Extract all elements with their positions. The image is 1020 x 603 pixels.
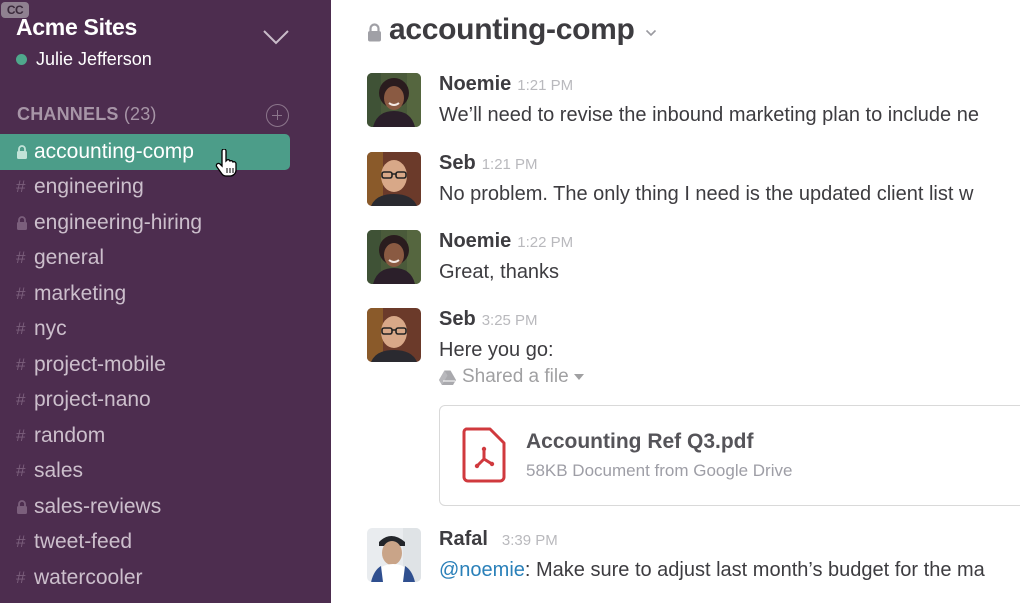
avatar-rafal[interactable] <box>367 528 421 582</box>
channel-item-random[interactable]: # random <box>0 418 290 454</box>
channel-label: project-mobile <box>34 352 166 376</box>
team-menu-chevron-icon[interactable] <box>262 28 290 46</box>
message-text: Great, thanks <box>439 261 560 283</box>
channel-label: general <box>34 246 105 270</box>
channel-item-project-mobile[interactable]: # project-mobile <box>0 347 290 383</box>
hash-icon: # <box>16 248 26 268</box>
team-name[interactable]: Acme Sites <box>16 14 137 41</box>
user-mention-link[interactable]: @noemie <box>439 559 525 581</box>
avatar-seb[interactable] <box>367 308 421 362</box>
message-text: No problem. The only thing I need is the… <box>439 183 974 205</box>
message-timestamp[interactable]: 1:21 PM <box>517 77 573 94</box>
sidebar: CC Acme Sites Julie Jefferson CHANNELS (… <box>0 0 331 603</box>
channel-label: project-nano <box>34 388 151 412</box>
message-header: Seb 3:25 PM <box>439 308 538 331</box>
user-name: Julie Jefferson <box>36 49 152 69</box>
channel-list: accounting-comp # engineering engineerin… <box>0 134 331 596</box>
channel-label: marketing <box>34 281 127 305</box>
message-author[interactable]: Seb <box>439 308 476 330</box>
message-text: @noemie: Make sure to adjust last month’… <box>439 559 985 582</box>
channel-item-accounting-comp[interactable]: accounting-comp <box>0 134 290 177</box>
message-author[interactable]: Seb <box>439 152 476 174</box>
hash-icon: # <box>16 354 26 374</box>
message-header: Noemie 1:21 PM <box>439 73 573 96</box>
google-drive-icon <box>439 370 456 385</box>
lock-icon <box>16 144 34 159</box>
current-user[interactable]: Julie Jefferson <box>16 49 152 70</box>
message-author[interactable]: Rafal <box>439 528 488 550</box>
avatar-seb[interactable] <box>367 152 421 206</box>
channel-item-engineering[interactable]: # engineering <box>0 170 290 206</box>
channel-label: accounting-comp <box>34 139 194 163</box>
channel-title: accounting-comp <box>389 13 635 46</box>
channel-label: watercooler <box>34 565 143 589</box>
channel-menu-chevron-icon[interactable] <box>645 29 657 37</box>
hash-icon: # <box>16 461 26 481</box>
message-text: We’ll need to revise the inbound marketi… <box>439 104 979 126</box>
channel-label: tweet-feed <box>34 530 133 554</box>
message-timestamp[interactable]: 1:21 PM <box>482 156 538 173</box>
file-name[interactable]: Accounting Ref Q3.pdf <box>526 430 754 454</box>
channel-item-sales[interactable]: # sales <box>0 454 290 490</box>
message-timestamp[interactable]: 1:22 PM <box>517 234 573 251</box>
channels-header[interactable]: CHANNELS (23) <box>17 104 157 125</box>
message-pane: accounting-comp Noemie 1:21 PM We’ll need… <box>331 0 1020 603</box>
hash-icon: # <box>16 319 26 339</box>
channel-item-project-nano[interactable]: # project-nano <box>0 383 290 419</box>
message-header: Noemie 1:22 PM <box>439 230 573 253</box>
channel-label: engineering-hiring <box>34 210 203 234</box>
lock-icon <box>16 499 34 514</box>
hash-icon: # <box>16 177 26 197</box>
message-author[interactable]: Noemie <box>439 230 511 252</box>
message-header: Seb 1:21 PM <box>439 152 538 175</box>
channel-item-watercooler[interactable]: # watercooler <box>0 560 290 596</box>
shared-file-menu[interactable]: Shared a file <box>439 366 584 388</box>
shared-file-label: Shared a file <box>462 366 569 387</box>
channel-item-sales-reviews[interactable]: sales-reviews <box>0 489 290 525</box>
channel-item-marketing[interactable]: # marketing <box>0 276 290 312</box>
file-meta: 58KB Document from Google Drive <box>526 461 793 480</box>
lock-icon <box>368 22 381 41</box>
channel-label: sales <box>34 459 84 483</box>
channels-title: CHANNELS <box>17 104 119 124</box>
presence-online-icon <box>16 54 27 65</box>
hash-icon: # <box>16 425 26 445</box>
hash-icon: # <box>16 390 26 410</box>
lock-icon <box>16 215 34 230</box>
add-channel-plus-icon[interactable] <box>266 104 289 127</box>
message-timestamp[interactable]: 3:39 PM <box>502 532 558 549</box>
file-attachment-card[interactable]: Accounting Ref Q3.pdf 58KB Document from… <box>439 405 1020 506</box>
message-text: Here you go: <box>439 339 554 361</box>
channel-item-tweet-feed[interactable]: # tweet-feed <box>0 525 290 561</box>
channel-item-engineering-hiring[interactable]: engineering-hiring <box>0 205 290 241</box>
pdf-file-icon <box>462 427 506 483</box>
hash-icon: # <box>16 283 26 303</box>
channel-label: random <box>34 423 106 447</box>
hash-icon: # <box>16 567 26 587</box>
channel-label: engineering <box>34 175 144 199</box>
channel-item-nyc[interactable]: # nyc <box>0 312 290 348</box>
channel-label: nyc <box>34 317 67 341</box>
channel-item-general[interactable]: # general <box>0 241 290 277</box>
avatar-noemie[interactable] <box>367 73 421 127</box>
channels-count: (23) <box>123 104 157 124</box>
message-text-content: : Make sure to adjust last month’s budge… <box>524 559 985 581</box>
message-author[interactable]: Noemie <box>439 73 511 95</box>
avatar-noemie[interactable] <box>367 230 421 284</box>
channel-label: sales-reviews <box>34 494 162 518</box>
message-timestamp[interactable]: 3:25 PM <box>482 312 538 329</box>
channel-header[interactable]: accounting-comp <box>367 13 657 47</box>
hash-icon: # <box>16 532 26 552</box>
message-header: Rafal 3:39 PM <box>439 528 558 551</box>
caret-down-icon <box>573 374 584 380</box>
